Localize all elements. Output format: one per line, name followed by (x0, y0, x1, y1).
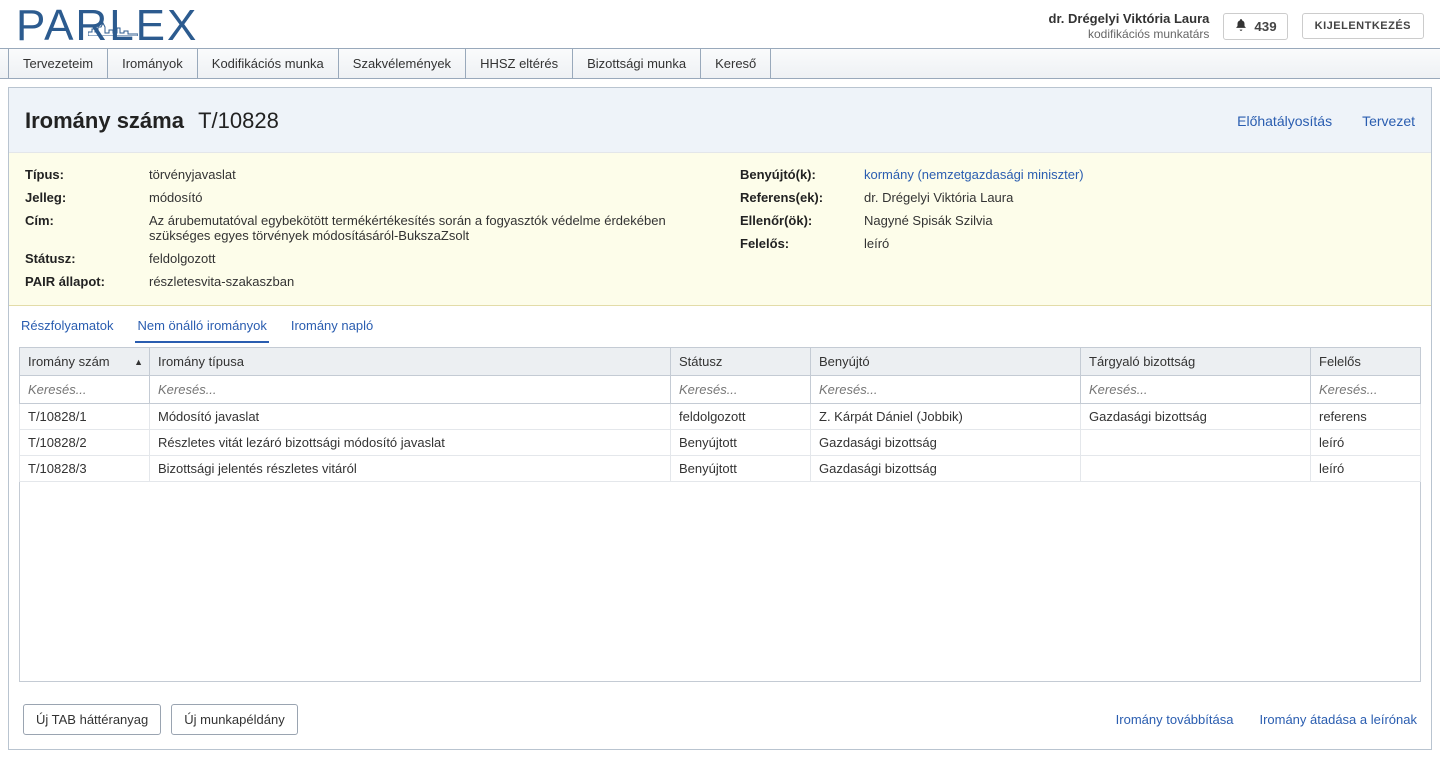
cell-committee (1081, 456, 1311, 482)
val-jelleg: módosító (149, 190, 700, 205)
val-statusz: feldolgozott (149, 251, 700, 266)
val-referens: dr. Drégelyi Viktória Laura (864, 190, 1415, 205)
cell-status: feldolgozott (671, 404, 811, 430)
new-workcopy-button[interactable]: Új munkapéldány (171, 704, 297, 735)
lbl-pair: PAIR állapot: (25, 274, 145, 289)
sort-asc-icon: ▲ (134, 357, 143, 367)
filter-status[interactable] (673, 378, 808, 401)
nav-iromanyok[interactable]: Irományok (108, 49, 198, 78)
table-wrap: Iromány szám▲ Iromány típusa Státusz Ben… (9, 343, 1431, 692)
notifications-button[interactable]: 439 (1223, 13, 1287, 40)
link-draft[interactable]: Tervezet (1362, 113, 1415, 129)
nav-kereso[interactable]: Kereső (701, 49, 771, 78)
cell-committee: Gazdasági bizottság (1081, 404, 1311, 430)
nav-hhsz[interactable]: HHSZ eltérés (466, 49, 573, 78)
tab-reszfolyamatok[interactable]: Részfolyamatok (19, 314, 115, 343)
val-tipus: törvényjavaslat (149, 167, 700, 182)
nav-szakvelemenyek[interactable]: Szakvélemények (339, 49, 466, 78)
page-title: Iromány száma T/10828 (25, 108, 279, 134)
summary-panel: Típus: törvényjavaslat Jelleg: módosító Cí… (9, 153, 1431, 306)
nav-kodifikacios[interactable]: Kodifikációs munka (198, 49, 339, 78)
table-empty-area (19, 482, 1421, 682)
lbl-jelleg: Jelleg: (25, 190, 145, 205)
filter-row (20, 376, 1421, 404)
cell-type: Módosító javaslat (150, 404, 671, 430)
page-head: Iromány száma T/10828 Előhatályosítás Te… (9, 88, 1431, 153)
th-type[interactable]: Iromány típusa (150, 348, 671, 376)
th-responsible[interactable]: Felelős (1311, 348, 1421, 376)
cell-status: Benyújtott (671, 456, 811, 482)
lbl-felelos: Felelős: (740, 236, 860, 251)
cell-type: Bizottsági jelentés részletes vitáról (150, 456, 671, 482)
link-forward-document[interactable]: Iromány továbbítása (1116, 712, 1234, 727)
link-handover-document[interactable]: Iromány átadása a leírónak (1259, 712, 1417, 727)
cell-responsible: referens (1311, 404, 1421, 430)
filter-submitter[interactable] (813, 378, 1078, 401)
lbl-benyujto: Benyújtó(k): (740, 167, 860, 182)
cell-submitter: Gazdasági bizottság (811, 430, 1081, 456)
tab-nem-onallo[interactable]: Nem önálló irományok (135, 314, 268, 343)
cell-num: T/10828/3 (20, 456, 150, 482)
table-row[interactable]: T/10828/3 Bizottsági jelentés részletes … (20, 456, 1421, 482)
user-role: kodifikációs munkatárs (1049, 27, 1210, 42)
footer-actions: Új TAB háttéranyag Új munkapéldány Iromá… (9, 692, 1431, 749)
cell-submitter: Gazdasági bizottság (811, 456, 1081, 482)
cell-num: T/10828/2 (20, 430, 150, 456)
sub-tabs: Részfolyamatok Nem önálló irományok Irom… (9, 306, 1431, 343)
bell-icon (1234, 18, 1248, 35)
th-submitter[interactable]: Benyújtó (811, 348, 1081, 376)
th-status[interactable]: Státusz (671, 348, 811, 376)
val-felelos: leíró (864, 236, 1415, 251)
cell-committee (1081, 430, 1311, 456)
cell-type: Részletes vitát lezáró bizottsági módosí… (150, 430, 671, 456)
user-info: dr. Drégelyi Viktória Laura kodifikációs… (1049, 11, 1210, 42)
filter-type[interactable] (152, 378, 668, 401)
cell-responsible: leíró (1311, 456, 1421, 482)
th-committee[interactable]: Tárgyaló bizottság (1081, 348, 1311, 376)
app-logo: PARLEX (16, 4, 198, 48)
page-panel: Iromány száma T/10828 Előhatályosítás Te… (8, 87, 1432, 750)
notification-count: 439 (1254, 19, 1276, 34)
lbl-statusz: Státusz: (25, 251, 145, 266)
cell-submitter: Z. Kárpát Dániel (Jobbik) (811, 404, 1081, 430)
nav-bizottsagi[interactable]: Bizottsági munka (573, 49, 701, 78)
skyline-icon (88, 0, 138, 14)
lbl-ellenor: Ellenőr(ök): (740, 213, 860, 228)
th-num[interactable]: Iromány szám▲ (20, 348, 150, 376)
filter-num[interactable] (22, 378, 147, 401)
val-cim: Az árubemutatóval egybekötött termékérté… (149, 213, 700, 243)
doc-number: T/10828 (198, 108, 279, 133)
link-benyujto[interactable]: kormány (nemzetgazdasági miniszter) (864, 167, 1084, 182)
page-title-label: Iromány száma (25, 108, 184, 133)
new-tab-material-button[interactable]: Új TAB háttéranyag (23, 704, 161, 735)
logout-button[interactable]: KIJELENTKEZÉS (1302, 13, 1424, 39)
lbl-tipus: Típus: (25, 167, 145, 182)
main-nav: Tervezeteim Irományok Kodifikációs munka… (0, 48, 1440, 79)
nav-tervezeteim[interactable]: Tervezeteim (8, 49, 108, 78)
lbl-referens: Referens(ek): (740, 190, 860, 205)
filter-responsible[interactable] (1313, 378, 1418, 401)
lbl-cim: Cím: (25, 213, 145, 228)
documents-table: Iromány szám▲ Iromány típusa Státusz Ben… (19, 347, 1421, 482)
filter-committee[interactable] (1083, 378, 1308, 401)
cell-num: T/10828/1 (20, 404, 150, 430)
user-name: dr. Drégelyi Viktória Laura (1049, 11, 1210, 27)
cell-responsible: leíró (1311, 430, 1421, 456)
tab-naplo[interactable]: Iromány napló (289, 314, 375, 343)
topbar: PARLEX dr. Drégelyi Viktória Laura kodif… (0, 0, 1440, 48)
val-ellenor: Nagyné Spisák Szilvia (864, 213, 1415, 228)
val-pair: részletesvita-szakaszban (149, 274, 700, 289)
link-prevalidate[interactable]: Előhatályosítás (1237, 113, 1332, 129)
table-row[interactable]: T/10828/2 Részletes vitát lezáró bizotts… (20, 430, 1421, 456)
cell-status: Benyújtott (671, 430, 811, 456)
table-row[interactable]: T/10828/1 Módosító javaslat feldolgozott… (20, 404, 1421, 430)
